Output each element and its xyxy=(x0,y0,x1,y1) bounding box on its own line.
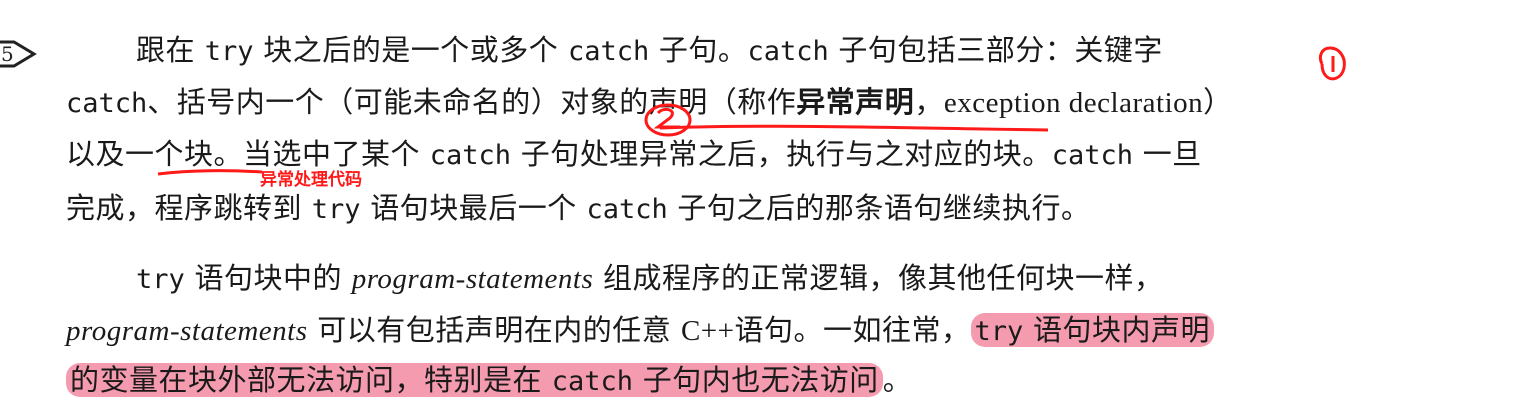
text: 组成程序的正常逻辑，像其他任何块一样， xyxy=(593,261,1164,295)
text: 块之后的是一个或多个 xyxy=(253,33,568,67)
paragraph1-line4: 完成，程序跳转到 try 语句块最后一个 catch 子句之后的那条语句继续执行… xyxy=(66,186,1090,232)
text: 子句。 xyxy=(649,33,748,67)
code-catch: catch xyxy=(586,194,668,225)
text: 子句处理异常之后，执行与之对应的块。 xyxy=(511,137,1052,171)
text: 、括号内一个（可能未命名的）对象的声明（称作 xyxy=(147,85,797,119)
code-try: try xyxy=(136,264,185,295)
code-catch: catch xyxy=(429,140,512,171)
handwritten-note: 异常处理代码 xyxy=(260,170,362,190)
document-page: 5 跟在 try 块之后的是一个或多个 catch 子句。catch 子句包括三… xyxy=(0,0,1537,419)
term-exception-declaration: 异常声明 xyxy=(796,85,915,119)
paragraph1-line1: 跟在 try 块之后的是一个或多个 catch 子句。catch 子句包括三部分… xyxy=(136,28,1163,74)
text: 子句内也无法访问 xyxy=(633,363,879,397)
code-catch: catch xyxy=(551,366,634,397)
code-catch: catch xyxy=(567,36,650,67)
term-program-statements: program-statements xyxy=(351,263,594,295)
code-try: try xyxy=(311,194,361,225)
code-try: try xyxy=(974,316,1024,347)
text: 。 xyxy=(882,363,913,397)
text: 以及一个块。当选中了某个 xyxy=(66,137,430,171)
margin-arrow-icon: 5 xyxy=(0,40,37,68)
code-catch: catch xyxy=(747,36,829,67)
text: 子句包括三部分：关键字 xyxy=(828,33,1163,67)
code-catch: catch xyxy=(66,88,148,119)
text: 完成，程序跳转到 xyxy=(66,191,312,225)
circled-one-mark xyxy=(1318,46,1346,81)
text: ， xyxy=(914,85,944,119)
svg-text:5: 5 xyxy=(1,42,14,66)
paragraph2-line3: 的变量在块外部无法访问，特别是在 catch 子句内也无法访问。 xyxy=(66,358,912,404)
text: 语句块最后一个 xyxy=(360,191,587,225)
text: 语句块中的 xyxy=(184,261,352,295)
highlight-span: 的变量在块外部无法访问，特别是在 catch 子句内也无法访问 xyxy=(66,363,883,397)
term-cpp: C++ xyxy=(680,315,735,347)
text: 可以有包括声明在内的任意 xyxy=(307,313,681,347)
text: 语句。一如往常， xyxy=(734,313,971,347)
text: 跟在 xyxy=(136,33,205,67)
paragraph2-line2: program-statements 可以有包括声明在内的任意 C++语句。一如… xyxy=(66,308,1215,354)
term-program-statements: program-statements xyxy=(66,315,308,347)
text: ） xyxy=(1203,85,1233,119)
term-english: exception declaration xyxy=(943,87,1204,119)
code-try: try xyxy=(204,36,254,67)
code-catch: catch xyxy=(1051,140,1134,171)
text: 的变量在块外部无法访问，特别是在 xyxy=(70,363,552,397)
paragraph2-line1: try 语句块中的 program-statements 组成程序的正常逻辑，像… xyxy=(136,256,1163,302)
underline-declaration xyxy=(659,124,1049,132)
text: 一旦 xyxy=(1133,137,1202,171)
paragraph1-line2: catch、括号内一个（可能未命名的）对象的声明（称作异常声明，exceptio… xyxy=(66,80,1233,126)
highlight-span: try 语句块内声明 xyxy=(970,313,1215,347)
text: 子句之后的那条语句继续执行。 xyxy=(667,191,1091,225)
text: 语句块内声明 xyxy=(1023,313,1211,347)
paragraph1-line3: 以及一个块。当选中了某个 catch 子句处理异常之后，执行与之对应的块。cat… xyxy=(66,132,1202,178)
